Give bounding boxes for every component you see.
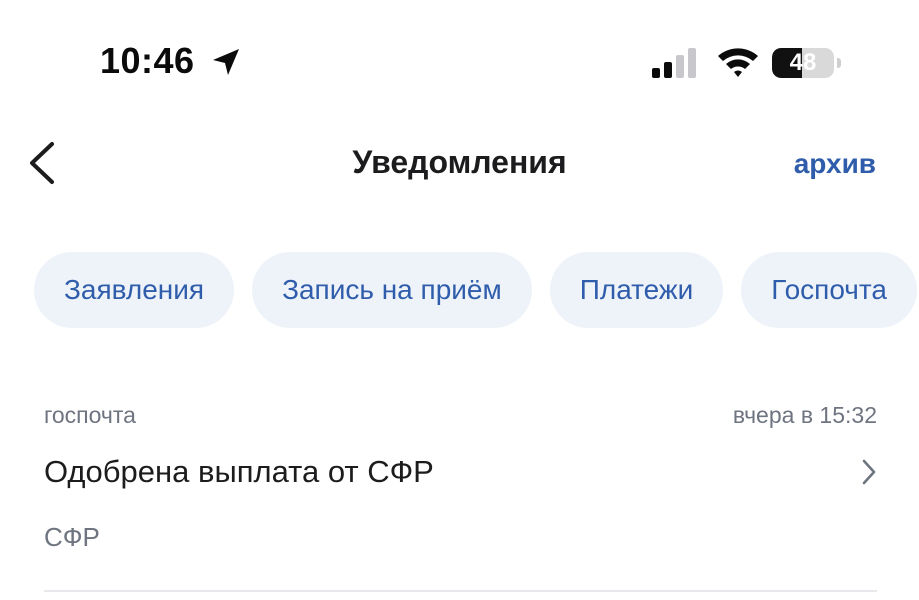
status-time: 10:46	[100, 40, 195, 81]
notification-sender: СФР	[44, 522, 100, 552]
archive-link[interactable]: архив	[794, 148, 876, 180]
divider	[44, 590, 877, 592]
location-arrow-icon	[213, 49, 239, 75]
wifi-icon	[718, 48, 758, 77]
filter-chip-payments[interactable]: Платежи	[549, 252, 724, 328]
notifications-screen: 10:46 48 Уведомления архив Заявления Зап…	[0, 0, 919, 600]
notification-time: вчера в 15:32	[732, 402, 877, 428]
page-title: Уведомления	[352, 144, 567, 180]
battery-icon: 48	[772, 48, 842, 78]
filter-chip-applications[interactable]: Заявления	[34, 252, 235, 328]
filter-chip-appointment[interactable]: Запись на приём	[252, 252, 532, 328]
filter-chips: Заявления Запись на приём Платежи Госпоч…	[34, 252, 917, 328]
filter-chip-gosmail[interactable]: Госпочта	[741, 252, 917, 328]
cellular-signal-icon	[652, 48, 696, 78]
notification-item[interactable]: госпочта вчера в 15:32 Одобрена выплата …	[44, 392, 877, 592]
notification-title: Одобрена выплата от СФР	[44, 454, 434, 489]
notification-source: госпочта	[44, 402, 136, 428]
chevron-right-icon	[862, 459, 876, 485]
battery-percent: 48	[789, 49, 817, 76]
